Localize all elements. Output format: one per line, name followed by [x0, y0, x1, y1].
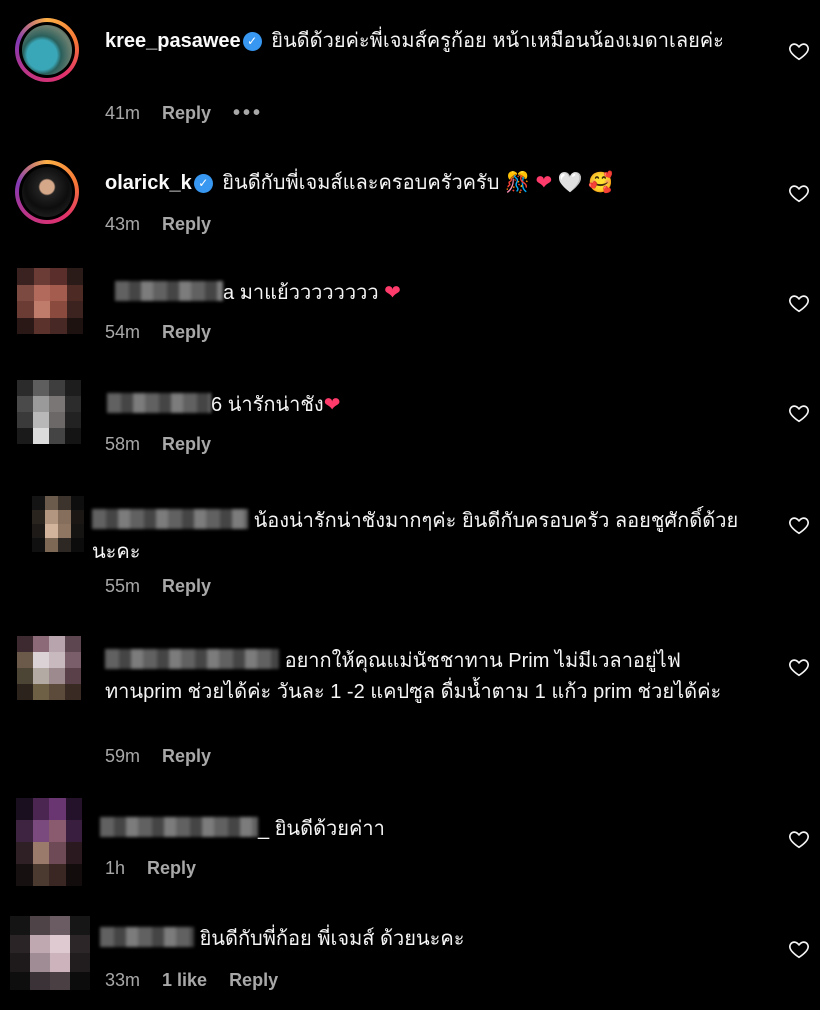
reply-button[interactable]: Reply: [162, 434, 211, 455]
comment-text: ยินดีด้วยค่าา: [274, 818, 385, 840]
redacted-username: [105, 649, 279, 669]
timestamp: 54m: [105, 322, 141, 342]
more-options-icon[interactable]: •••: [233, 102, 263, 125]
reply-button[interactable]: Reply: [162, 103, 211, 124]
avatar[interactable]: [15, 18, 79, 82]
reply-button[interactable]: Reply: [162, 746, 211, 767]
comment-meta: 59m Reply: [105, 746, 211, 767]
redacted-username: [107, 393, 211, 413]
timestamp: 1h: [105, 858, 126, 878]
avatar[interactable]: [17, 380, 81, 444]
comment-text: น่ารักน่าชัง: [227, 394, 324, 416]
reply-button[interactable]: Reply: [162, 322, 211, 343]
comment-meta: 55m Reply: [105, 576, 211, 597]
comment-body: 6 น่ารักน่าชัง❤: [107, 390, 740, 421]
verified-badge-icon: ✓: [242, 32, 262, 51]
comment-meta: 33m 1 like Reply: [105, 970, 278, 991]
avatar[interactable]: [10, 916, 90, 990]
comment-meta: 54m Reply: [105, 322, 211, 343]
heart-outline-icon[interactable]: [788, 656, 810, 678]
timestamp: 33m: [105, 970, 141, 990]
likes-count[interactable]: 1 like: [162, 970, 207, 991]
smiling-hearts-emoji: 🥰: [588, 172, 614, 194]
heart-outline-icon[interactable]: [788, 402, 810, 424]
heart-outline-icon[interactable]: [788, 828, 810, 850]
timestamp: 59m: [105, 746, 141, 766]
confetti-emoji: 🎊: [505, 172, 530, 194]
comment-text: มาแย้วววววววว: [239, 282, 379, 304]
reply-button[interactable]: Reply: [147, 858, 196, 879]
comment-text: ยินดีกับพี่ก้อย พี่เจมส์ ด้วยนะคะ: [199, 928, 465, 950]
redacted-username: [92, 509, 248, 529]
timestamp: 58m: [105, 434, 141, 454]
heart-outline-icon[interactable]: [788, 938, 810, 960]
red-heart-emoji: ❤: [384, 282, 401, 304]
comment-meta: 1h Reply: [105, 858, 196, 879]
comment-meta: 41m Reply •••: [105, 102, 263, 125]
white-heart-emoji: 🤍: [557, 172, 583, 194]
reply-button[interactable]: Reply: [162, 576, 211, 597]
redacted-username: [100, 817, 258, 837]
avatar[interactable]: [17, 268, 83, 334]
avatar[interactable]: [32, 496, 84, 552]
heart-outline-icon[interactable]: [788, 514, 810, 536]
comment-body: a มาแย้วววววววว ❤: [115, 278, 740, 309]
avatar[interactable]: [17, 636, 81, 700]
comment-meta: 58m Reply: [105, 434, 211, 455]
username-suffix: a: [223, 282, 235, 304]
heart-outline-icon[interactable]: [788, 182, 810, 204]
username[interactable]: kree_pasawee: [105, 30, 241, 52]
comment-text: ยินดีกับพี่เจมส์และครอบครัวครับ: [222, 172, 500, 194]
comment-text: ยินดีด้วยค่ะพี่เจมส์ครูก้อย หน้าเหมือนน้…: [271, 30, 724, 52]
comment-body: น้องน่ารักน่าชังมากๆค่ะ ยินดีกับครอบครัว…: [92, 506, 760, 568]
avatar[interactable]: [16, 798, 82, 886]
reply-button[interactable]: Reply: [229, 970, 278, 991]
username-suffix: 6: [211, 394, 223, 416]
verified-badge-icon: ✓: [193, 174, 213, 193]
heart-outline-icon[interactable]: [788, 40, 810, 62]
comment-body: olarick_k ✓ ยินดีกับพี่เจมส์และครอบครัวคร…: [105, 168, 740, 199]
username-suffix: _: [258, 818, 270, 840]
redacted-username: [100, 927, 194, 947]
timestamp: 41m: [105, 103, 141, 123]
redacted-username: [115, 281, 223, 301]
red-heart-emoji: ❤: [535, 172, 553, 194]
timestamp: 43m: [105, 214, 141, 234]
comment-body: kree_pasawee ✓ ยินดีด้วยค่ะพี่เจมส์ครูก้อ…: [105, 26, 740, 57]
comment-meta: 43m Reply: [105, 214, 211, 235]
comment-body: _ ยินดีด้วยค่าา: [100, 814, 740, 845]
username[interactable]: olarick_k: [105, 172, 192, 194]
red-heart-emoji: ❤: [323, 394, 341, 416]
comment-body: อยากให้คุณแม่นัชชาทาน Prim ไม่มีเวลาอยู่…: [105, 646, 760, 708]
avatar[interactable]: [15, 160, 79, 224]
reply-button[interactable]: Reply: [162, 214, 211, 235]
heart-outline-icon[interactable]: [788, 292, 810, 314]
timestamp: 55m: [105, 576, 141, 596]
comment-body: ยินดีกับพี่ก้อย พี่เจมส์ ด้วยนะคะ: [100, 924, 740, 955]
